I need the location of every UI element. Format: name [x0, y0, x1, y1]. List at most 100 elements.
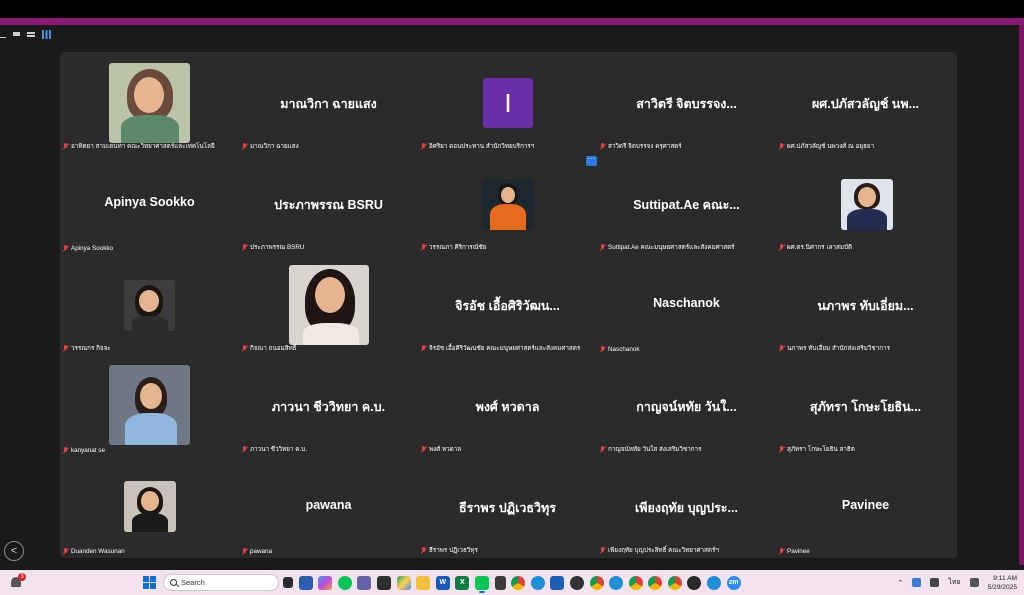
- participant-tile[interactable]: จิรอัช เอื้อศิริวัฒน... จิรอัช เอื้อศิริ…: [418, 254, 597, 355]
- participant-name: จิรอัช เอื้อศิริวัฒน...: [455, 299, 560, 313]
- participant-tile[interactable]: pawana pawana: [239, 456, 418, 557]
- participant-tile[interactable]: ประภาพรรณ BSRU ประภาพรรณ BSRU: [239, 153, 418, 254]
- edge-profile-icon[interactable]: [609, 575, 624, 590]
- avatar: I: [483, 78, 533, 128]
- clock[interactable]: 9:11 AM 5/29/2025: [988, 574, 1017, 592]
- store-icon[interactable]: [550, 575, 565, 590]
- participant-label: ภาวนา ชีววิทยา ค.บ.: [242, 444, 307, 454]
- participant-label: ธีราพร ปฏิเวธวิทุร: [421, 545, 478, 555]
- participant-tile[interactable]: Suttipat.Ae คณะ... Suttipat.Ae คณะมนุษยศ…: [597, 153, 776, 254]
- search-placeholder: Search: [181, 578, 205, 587]
- chevron-up-icon[interactable]: ⌃: [898, 579, 904, 587]
- participant-tile[interactable]: กิจณา ถนอมสิทธิ์: [239, 254, 418, 355]
- usb-icon[interactable]: [930, 578, 940, 587]
- file-explorer-icon[interactable]: [416, 575, 431, 590]
- edge-profile-2-icon[interactable]: [707, 575, 722, 590]
- chrome-profile-3-icon[interactable]: [628, 575, 643, 590]
- teams-icon[interactable]: [357, 575, 372, 590]
- participant-label: Apinya Sookko: [63, 245, 113, 252]
- notification-badge: 3: [18, 573, 26, 581]
- participant-tile[interactable]: วรรณภา ศิริการณ์ชัย: [418, 153, 597, 254]
- participant-tile[interactable]: ภาวนา ชีววิทยา ค.บ. ภาวนา ชีววิทยา ค.บ.: [239, 355, 418, 456]
- cloud-icon[interactable]: [912, 578, 922, 587]
- mic-muted-icon: [779, 142, 784, 150]
- minimize-icon[interactable]: [0, 36, 6, 38]
- google-drive-icon[interactable]: [396, 575, 411, 590]
- media-icon[interactable]: [569, 575, 584, 590]
- notification-icon[interactable]: 3: [9, 573, 26, 589]
- system-tray: ⌃ ไทย 9:11 AM 5/29/2025: [898, 573, 1017, 592]
- date: 5/29/2025: [987, 583, 1017, 591]
- line-icon[interactable]: [337, 575, 352, 590]
- mic-muted-icon: [779, 243, 784, 251]
- participant-label: วรรณภา ศิริการณ์ชัย: [421, 242, 487, 252]
- word-icon[interactable]: W: [435, 575, 450, 590]
- participant-name: สาวิตรี จิตบรรจง...: [636, 97, 737, 111]
- wifi-icon[interactable]: [969, 578, 979, 587]
- task-view-icon[interactable]: [283, 577, 293, 588]
- participant-label: พงศ์ หวดาล: [421, 444, 461, 454]
- previous-page-button[interactable]: <: [4, 541, 24, 561]
- participant-tile[interactable]: Apinya Sookko Apinya Sookko: [60, 153, 239, 254]
- speaker-view-icon[interactable]: [27, 31, 35, 37]
- participant-label: มาณวิกา ฉายแสง: [242, 141, 299, 151]
- notepad-icon[interactable]: [494, 575, 506, 590]
- taskbar-apps: W X zm: [283, 574, 741, 593]
- participant-label: Naschanok: [600, 346, 640, 353]
- mic-muted-icon: [63, 245, 68, 252]
- gallery-view-icon[interactable]: [42, 29, 51, 39]
- mic-muted-icon: [421, 445, 426, 453]
- participant-tile[interactable]: Naschanok Naschanok: [597, 254, 776, 355]
- participant-tile[interactable]: Duanden Wasunan: [60, 456, 239, 557]
- mic-muted-icon: [779, 344, 784, 352]
- participant-tile[interactable]: ผศ.ปภัสวลัญช์ นพ... ผศ.ปภัสวลัญช์ นพวงศ์…: [776, 52, 955, 153]
- participant-tile[interactable]: Pavinee Pavinee: [776, 456, 955, 557]
- start-icon[interactable]: [143, 576, 156, 589]
- participant-tile[interactable]: วรรณกร กิจจะ: [60, 254, 239, 355]
- participant-tile[interactable]: นภาพร ทับเอี่ยม... นภาพร ทับเอี่ยม สำนัก…: [776, 254, 955, 355]
- participant-name: กาญจน์หทัย วันใ...: [636, 400, 737, 414]
- edge-icon[interactable]: [530, 575, 545, 590]
- participant-tile[interactable]: กาญจน์หทัย วันใ... กาญจน์หทัย วันใส ส่งเ…: [597, 355, 776, 456]
- chatgpt-icon[interactable]: [687, 575, 702, 590]
- participant-label: Suttipat.Ae คณะมนุษยศาสตร์และสังคมศาสตร์: [600, 242, 735, 252]
- mic-muted-icon: [63, 548, 68, 555]
- participant-name: พงศ์ หวดาล: [475, 400, 540, 414]
- excel-icon[interactable]: X: [455, 575, 470, 590]
- mic-muted-icon: [421, 142, 426, 150]
- participant-label: ผศ.ดร.นิศากร เลาสมบัติ: [779, 242, 852, 252]
- participant-label: นภาพร ทับเอี่ยม สำนักส่งเสริมวิชาการ: [779, 343, 890, 353]
- participant-tile[interactable]: พงศ์ หวดาล พงศ์ หวดาล: [418, 355, 597, 456]
- participant-tile[interactable]: อาทิตยา สามเดนทา คณะวิทยาศาสตร์และเทคโนโ…: [60, 52, 239, 153]
- participant-tile[interactable]: ผศ.ดร.นิศากร เลาสมบัติ: [776, 153, 955, 254]
- film-icon[interactable]: [376, 575, 391, 590]
- taskbar-search[interactable]: Search: [163, 574, 279, 591]
- zoom-icon[interactable]: zm: [726, 575, 741, 590]
- participant-tile[interactable]: สุภัทรา โกษะโยธิน... สุภัทรา โกษะโยธิน ส…: [776, 355, 955, 456]
- participant-tile[interactable]: เพียงฤทัย บุญประ... เพียงฤทัย บุญประสิทธ…: [597, 456, 776, 557]
- participant-name: Naschanok: [653, 296, 720, 310]
- chrome-icon[interactable]: [511, 575, 526, 590]
- screen-share-border: [0, 18, 1024, 25]
- language-indicator[interactable]: ไทย: [948, 577, 960, 588]
- participant-tile[interactable]: มาณวิกา ฉายแสง มาณวิกา ฉายแสง: [239, 52, 418, 153]
- widgets-icon[interactable]: [298, 575, 313, 590]
- participant-name: Pavinee: [841, 498, 890, 512]
- line-app-icon[interactable]: [474, 575, 489, 593]
- participant-label: กิจณา ถนอมสิทธิ์: [242, 343, 297, 353]
- participant-tile[interactable]: kanyanat se: [60, 355, 239, 456]
- chrome-profile-2-icon[interactable]: [589, 575, 604, 590]
- chrome-profile-5-icon[interactable]: [667, 575, 682, 590]
- participant-name: Suttipat.Ae คณะ...: [633, 198, 740, 212]
- participant-label: กาญจน์หทัย วันใส ส่งเสริมวิชาการ: [600, 444, 701, 454]
- mic-muted-icon: [600, 243, 605, 251]
- participant-tile[interactable]: I อิศริยา ดอนประทาน สำนักวิทยบริการฯ: [418, 52, 597, 153]
- participant-label: เพียงฤทัย บุญประสิทธิ์ คณะวิทยาศาสตร์ฯ: [600, 545, 719, 555]
- participant-tile[interactable]: ธีราพร ปฏิเวธวิทุร ธีราพร ปฏิเวธวิทุร: [418, 456, 597, 557]
- participant-tile[interactable]: สาวิตรี จิตบรรจง... สาวิตรี จิตบรรจง ครุ…: [597, 52, 776, 153]
- video-gallery: อาทิตยา สามเดนทา คณะวิทยาศาสตร์และเทคโนโ…: [60, 52, 957, 558]
- time: 9:11 AM: [993, 574, 1017, 582]
- restore-icon[interactable]: [13, 32, 20, 36]
- chrome-profile-4-icon[interactable]: [648, 575, 663, 590]
- copilot-icon[interactable]: [318, 575, 333, 590]
